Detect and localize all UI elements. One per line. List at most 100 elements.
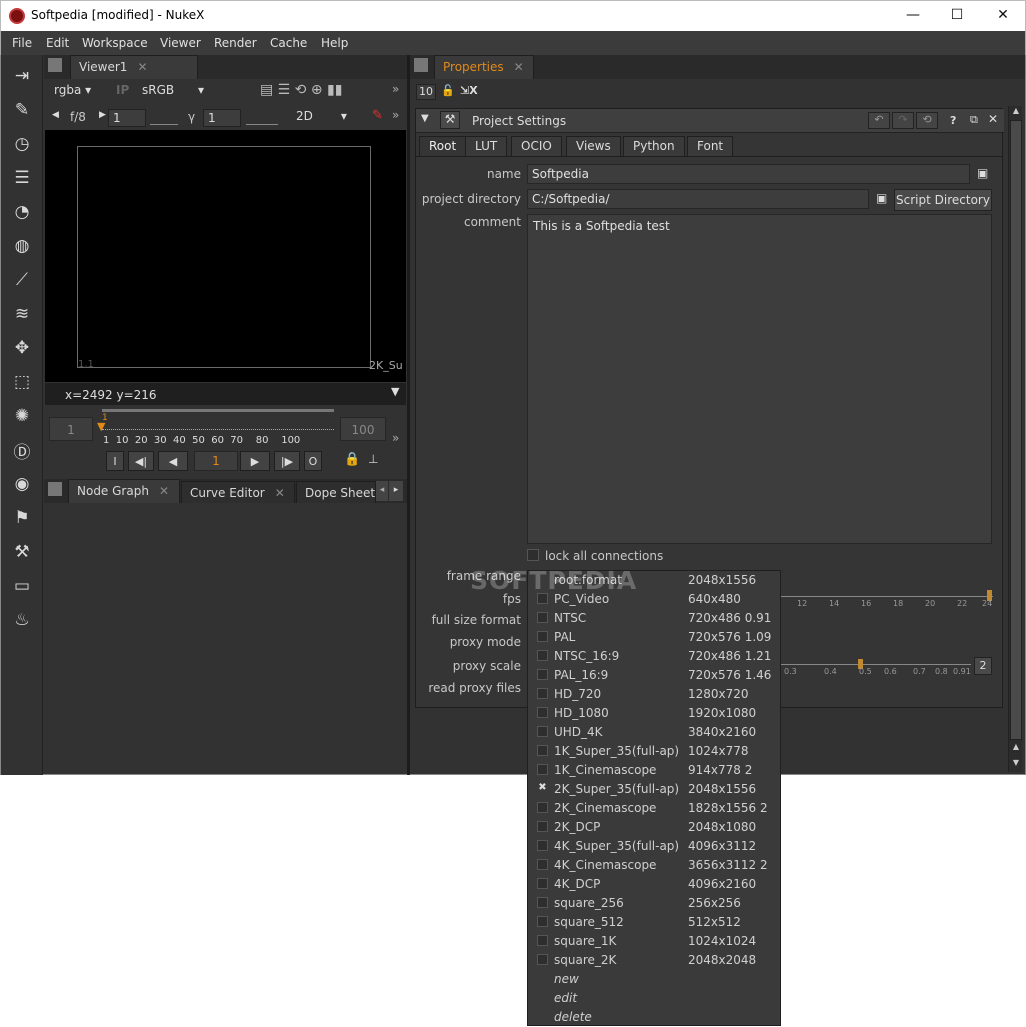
merge-nodes-icon[interactable]: ≋ [11,303,33,325]
menu-file[interactable]: File [12,36,32,50]
gamma-field[interactable]: 1 [203,109,241,127]
time-nodes-icon[interactable]: ◷ [11,133,33,155]
float-icon[interactable]: ⧉ [970,113,978,127]
tab-curve-editor[interactable]: Curve Editor ✕ [181,481,295,505]
fps-icon[interactable]: ⊥ [368,452,378,466]
tab-lut[interactable]: LUT [465,136,508,156]
tab-root[interactable]: Root [419,136,467,157]
format-action-2[interactable]: delete [528,1008,782,1027]
play-forward-button[interactable]: ▶ [240,451,270,471]
other-nodes-icon[interactable]: ▭ [11,575,33,597]
format-option[interactable]: HD_1080 1920x1080 [528,704,782,723]
lock-icon[interactable]: 🔒 [344,452,360,467]
format-action-1[interactable]: edit [528,989,782,1008]
prev-keyframe-button[interactable]: ◀| [128,451,154,471]
range-end-field[interactable]: 100 [340,417,386,441]
expand-icon[interactable]: » [392,82,399,96]
format-option[interactable]: square_2K 2048x2048 [528,951,782,970]
out-point-button[interactable]: O [304,451,322,471]
collapse-icon[interactable]: ▼ [421,113,429,124]
expand-icon-2[interactable]: » [392,108,399,122]
splitter[interactable] [407,55,410,775]
menu-edit[interactable]: Edit [46,36,69,50]
name-field[interactable]: Softpedia [527,164,970,184]
draw-nodes-icon[interactable]: ✎ [11,99,33,121]
menu-workspace[interactable]: Workspace [82,36,148,50]
format-option[interactable]: 4K_Super_35(full-ap) 4096x3112 [528,837,782,856]
project-directory-field[interactable]: C:/Softpedia/ [527,189,869,209]
tab-scroll-left-icon[interactable]: ◂ [376,481,388,501]
format-option[interactable]: ✖ 2K_Super_35(full-ap) 2048x1556 [528,780,782,799]
revert-icon[interactable]: ⟲ [916,112,938,129]
transform-nodes-icon[interactable]: ✥ [11,337,33,359]
undo-icon[interactable]: ↶ [868,112,890,129]
views-nodes-icon[interactable]: ◉ [11,473,33,495]
tab-views[interactable]: Views [566,136,621,156]
tab-viewer1[interactable]: Viewer1 ✕ [70,55,198,79]
gain-field[interactable]: 1 [108,109,146,127]
frame-field[interactable]: 1 [194,451,238,471]
timeline-ruler[interactable] [102,429,334,431]
channels-select[interactable]: rgba ▾ [50,82,100,100]
help-icon[interactable]: ? [950,114,956,127]
scroll-up-icon-2[interactable]: ▲ [1010,742,1022,754]
format-option[interactable]: PAL_16:9 720x576 1.46 [528,666,782,685]
format-action-0[interactable]: new [528,970,782,989]
range-start-field[interactable]: 1 [49,417,93,441]
settings-wrench-icon[interactable]: ⚒ [440,111,460,129]
format-option[interactable]: 1K_Cinemascope 914x778 2 [528,761,782,780]
format-option[interactable]: 2K_Cinemascope 1828x1556 2 [528,799,782,818]
node-graph-canvas[interactable] [44,503,407,774]
close-button[interactable]: ✕ [993,7,1013,23]
format-option[interactable]: 4K_DCP 4096x2160 [528,875,782,894]
tab-properties[interactable]: Properties ✕ [434,55,534,79]
max-panels-field[interactable]: 10 [416,84,436,100]
fps-slider[interactable] [781,596,993,597]
ip-button[interactable]: IP [116,83,129,97]
menu-help[interactable]: Help [321,36,348,50]
scroll-down-icon[interactable]: ▼ [1010,758,1022,770]
view-mode-select[interactable]: 2D ▾ [292,108,356,126]
next-keyframe-button[interactable]: |▶ [274,451,300,471]
3d-nodes-icon[interactable]: ⬚ [11,371,33,393]
lock-panel-icon[interactable]: 🔓 [441,84,455,97]
tab-ocio[interactable]: OCIO [511,136,562,156]
tab-font[interactable]: Font [687,136,733,156]
minimize-button[interactable]: — [903,7,923,23]
redo-icon[interactable]: ↷ [892,112,914,129]
directory-browse-icon[interactable]: ▣ [876,191,887,205]
furnace-nodes-icon[interactable]: ♨ [11,609,33,631]
tab-dope-sheet[interactable]: Dope Sheet [296,481,376,505]
format-option[interactable]: NTSC_16:9 720x486 1.21 [528,647,782,666]
proxy-scale-slider[interactable] [781,664,971,665]
format-option[interactable]: NTSC 720x486 0.91 [528,609,782,628]
close-icon[interactable]: ✕ [137,60,147,74]
maximize-button[interactable]: ☐ [947,7,967,23]
format-option[interactable]: UHD_4K 3840x2160 [528,723,782,742]
play-backward-button[interactable]: ◀ [158,451,188,471]
metadata-nodes-icon[interactable]: ⚑ [11,507,33,529]
info-dropdown-icon[interactable]: ▼ [391,385,399,398]
tab-python[interactable]: Python [623,136,685,156]
format-option[interactable]: 4K_Cinemascope 3656x3112 2 [528,856,782,875]
viewer-canvas[interactable]: 1,1 2K_Su [45,130,406,382]
format-option[interactable]: HD_720 1280x720 [528,685,782,704]
format-option[interactable]: 2K_DCP 2048x1080 [528,818,782,837]
menu-cache[interactable]: Cache [270,36,307,50]
image-nodes-icon[interactable]: ⇥ [11,65,33,87]
close-icon[interactable]: ✕ [275,486,285,500]
viewer-icons[interactable]: ▤ ☰ ⟲ ⊕ ▮▮ [260,82,342,98]
close-icon[interactable]: ✕ [159,484,169,498]
particles-nodes-icon[interactable]: ✺ [11,405,33,427]
menu-render[interactable]: Render [214,36,257,50]
channel-nodes-icon[interactable]: ☰ [11,167,33,189]
pane-menu-icon[interactable] [48,482,62,496]
tab-node-graph[interactable]: Node Graph ✕ [68,479,180,503]
format-option[interactable]: square_1K 1024x1024 [528,932,782,951]
close-icon[interactable]: ✕ [514,60,524,74]
keyer-nodes-icon[interactable]: ⟋ [11,269,33,291]
scroll-thumb[interactable] [1010,120,1022,740]
right-arrow-icon[interactable]: ▶ [99,110,106,120]
pane-menu-icon[interactable] [48,58,62,72]
filter-nodes-icon[interactable]: ◍ [11,235,33,257]
